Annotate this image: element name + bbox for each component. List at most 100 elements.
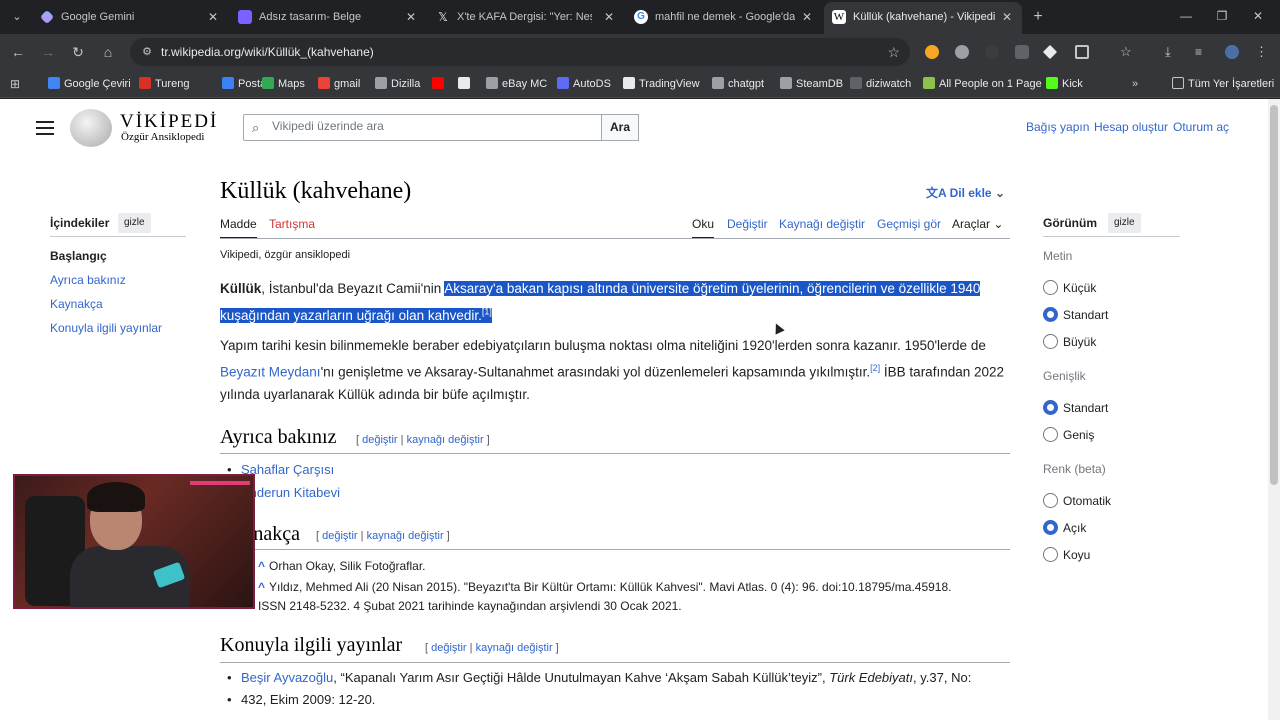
bookmark-item[interactable]: gmail — [318, 70, 360, 98]
donate-link[interactable]: Bağış yapın — [1026, 120, 1089, 134]
bookmark-item[interactable]: AutoDS — [557, 70, 611, 98]
home-icon[interactable]: ⌂ — [98, 42, 118, 62]
bookmark-item[interactable]: chatgpt — [712, 70, 764, 98]
edit-source-link[interactable]: kaynağı değiştir — [367, 530, 444, 542]
apps-grid-icon[interactable]: ⊞ — [10, 77, 24, 91]
more-bookmarks-icon[interactable]: » — [1132, 70, 1138, 98]
restore-icon[interactable]: ❐ — [1212, 6, 1232, 26]
more-menu-icon[interactable]: ⋮ — [1255, 45, 1269, 59]
tab-edit[interactable]: Değiştir — [727, 217, 768, 231]
tab-search-button[interactable]: ⌄ — [6, 6, 28, 28]
bookmark-item[interactable] — [432, 70, 448, 98]
forward-icon[interactable]: → — [38, 42, 58, 62]
add-language-button[interactable]: 文A Dil ekle ⌄ — [926, 184, 1005, 201]
toc-hide-button[interactable]: gizle — [118, 213, 151, 233]
extension-icon[interactable] — [925, 45, 939, 59]
bookmark-item[interactable]: eBay MC — [486, 70, 547, 98]
toc-item-start[interactable]: Başlangıç — [50, 249, 107, 263]
toc-item-publications[interactable]: Konuyla ilgili yayınlar — [50, 321, 162, 335]
new-tab-button[interactable]: + — [1030, 7, 1046, 27]
bookmark-favicon-icon — [432, 77, 444, 89]
all-bookmarks-folder[interactable]: Tüm Yer İşaretleri — [1172, 70, 1274, 98]
tab-kulluk-active[interactable]: W Küllük (kahvehane) - Vikipedi ✕ — [824, 2, 1022, 34]
close-tab-icon[interactable]: ✕ — [1000, 2, 1014, 32]
radio-button-selected[interactable] — [1043, 520, 1058, 535]
tab-read[interactable]: Oku — [692, 217, 715, 239]
search-box[interactable]: ⌕ — [243, 114, 602, 141]
scrollbar-thumb[interactable] — [1270, 105, 1278, 485]
citation-link[interactable]: [1] — [482, 306, 492, 316]
bookmark-item[interactable] — [458, 70, 474, 98]
reload-icon[interactable]: ↻ — [68, 42, 88, 62]
tab-talk[interactable]: Tartışma — [269, 217, 315, 231]
close-tab-icon[interactable]: ✕ — [404, 4, 418, 30]
close-tab-icon[interactable]: ✕ — [602, 4, 616, 30]
bookmark-item[interactable]: Google Çeviri — [48, 70, 131, 98]
shield-icon[interactable] — [1015, 45, 1029, 59]
extension-icon[interactable] — [1042, 44, 1058, 60]
toc-item-see-also[interactable]: Ayrıca bakınız — [50, 273, 126, 287]
tab-adsiz-tasarim[interactable]: Adsız tasarım- Belge ✕ — [230, 4, 426, 30]
tools-menu[interactable]: Araçlar ⌄ — [952, 217, 1003, 231]
login-link[interactable]: Oturum aç — [1173, 120, 1229, 134]
reading-list-icon[interactable]: ☆ — [1120, 45, 1134, 59]
back-icon[interactable]: ← — [8, 42, 28, 62]
address-bar[interactable]: ⚙ tr.wikipedia.org/wiki/Küllük_(kahvehan… — [130, 38, 910, 66]
main-menu-icon[interactable] — [36, 121, 54, 135]
wikipedia-globe-logo[interactable] — [70, 109, 112, 147]
enderun-link[interactable]: Enderun Kitabevi — [241, 485, 340, 500]
close-tab-icon[interactable]: ✕ — [206, 4, 220, 30]
close-window-icon[interactable]: ✕ — [1248, 6, 1268, 26]
radio-button[interactable] — [1043, 547, 1058, 562]
edit-source-link[interactable]: kaynağı değiştir — [476, 642, 553, 654]
bookmark-item[interactable]: All People on 1 Page — [923, 70, 1042, 98]
create-account-link[interactable]: Hesap oluştur — [1094, 120, 1168, 134]
tab-edit-source[interactable]: Kaynağı değiştir — [779, 217, 865, 231]
beyazit-meydani-link[interactable]: Beyazıt Meydanı — [220, 365, 321, 380]
backlink-caret[interactable]: ^ — [258, 559, 265, 573]
page-scrollbar[interactable] — [1268, 99, 1280, 720]
radio-button[interactable] — [1043, 493, 1058, 508]
edit-section-link[interactable]: değiştir — [362, 434, 397, 446]
bookmark-item[interactable]: diziwatch — [850, 70, 911, 98]
bookmark-item[interactable]: Dizilla — [375, 70, 420, 98]
extension-icon[interactable] — [985, 45, 999, 59]
puzzle-icon[interactable] — [1075, 45, 1089, 59]
extension-icon[interactable] — [955, 45, 969, 59]
bookmark-item[interactable]: Kick — [1046, 70, 1083, 98]
bookmark-item[interactable]: TradingView — [623, 70, 700, 98]
tab-history[interactable]: Geçmişi gör — [877, 217, 941, 231]
radio-button[interactable] — [1043, 280, 1058, 295]
edit-section-link[interactable]: değiştir — [322, 530, 357, 542]
appearance-hide-button[interactable]: gizle — [1108, 213, 1141, 233]
bookmark-item[interactable]: Tureng — [139, 70, 189, 98]
tab-x-kafa[interactable]: 𝕏 X'te KAFA Dergisi: "Yer: Neşe Re ✕ — [428, 4, 624, 30]
radio-button[interactable] — [1043, 334, 1058, 349]
bookmark-item[interactable]: Posta — [222, 70, 266, 98]
search-input[interactable] — [272, 119, 592, 133]
citation-link[interactable]: [2] — [870, 363, 880, 373]
tab-google-gemini[interactable]: Google Gemini ✕ — [32, 4, 228, 30]
backlink-caret[interactable]: ^ — [258, 580, 265, 594]
search-button[interactable]: Ara — [601, 114, 639, 141]
radio-button-selected[interactable] — [1043, 307, 1058, 322]
bookmark-item[interactable]: Maps — [262, 70, 305, 98]
minimize-icon[interactable]: — — [1176, 6, 1196, 26]
profile-avatar[interactable] — [1225, 45, 1239, 59]
tab-mahfil[interactable]: G mahfil ne demek - Google'da A ✕ — [626, 4, 822, 30]
edit-source-link[interactable]: kaynağı değiştir — [407, 434, 484, 446]
radio-button[interactable] — [1043, 427, 1058, 442]
url-text[interactable]: tr.wikipedia.org/wiki/Küllük_(kahvehane) — [161, 38, 374, 66]
close-tab-icon[interactable]: ✕ — [800, 4, 814, 30]
site-info-icon[interactable]: ⚙ — [139, 44, 155, 60]
tab-article[interactable]: Madde — [220, 217, 257, 239]
media-icon[interactable]: ≡ — [1195, 45, 1209, 59]
download-icon[interactable]: ⤓ — [1165, 45, 1179, 59]
toc-item-references[interactable]: Kaynakça — [50, 297, 103, 311]
logo-wordmark[interactable]: VİKİPEDİ — [120, 111, 218, 133]
radio-button-selected[interactable] — [1043, 400, 1058, 415]
edit-section-link[interactable]: değiştir — [431, 642, 466, 654]
bookmark-item[interactable]: SteamDB — [780, 70, 843, 98]
author-link[interactable]: Beşir Ayvazoğlu — [241, 670, 333, 685]
bookmark-star-icon[interactable]: ☆ — [887, 44, 900, 60]
